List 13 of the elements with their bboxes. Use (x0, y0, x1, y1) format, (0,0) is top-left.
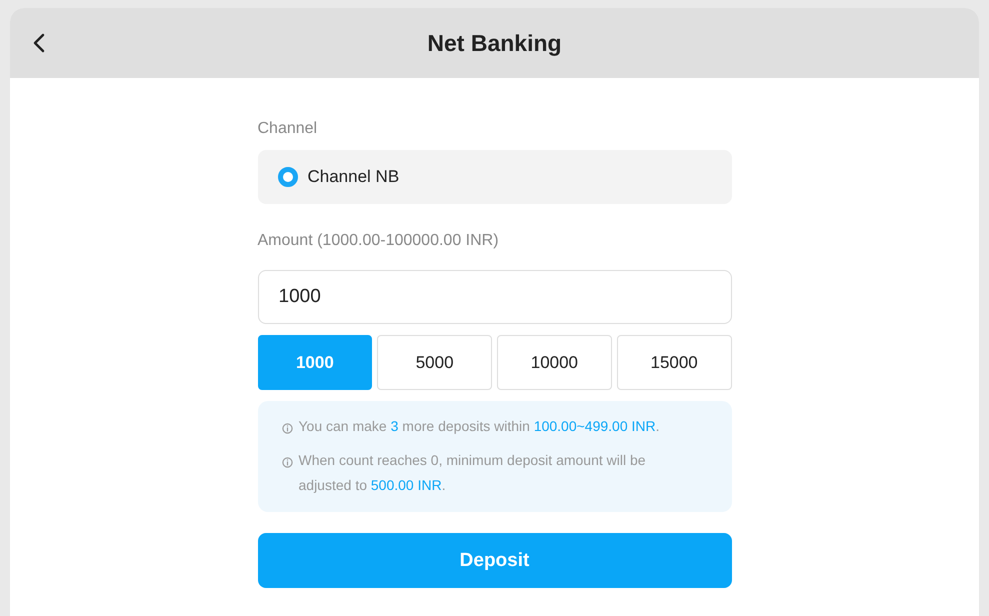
channel-label: Channel (258, 120, 318, 138)
info-icon (282, 423, 292, 434)
channel-option[interactable]: Channel NB (258, 150, 732, 204)
page-title: Net Banking (427, 30, 562, 56)
amount-label: Amount (1000.00-100000.00 INR) (258, 232, 500, 250)
notice-text: You can make 3 more deposits within 100.00~499.00 INR. (298, 417, 661, 436)
back-icon[interactable] (32, 33, 46, 53)
notice-text: When count reaches 0, minimum deposit amount will be adjusted to 500.00 INR. (298, 451, 647, 495)
amount-chip[interactable]: 10000 (497, 335, 612, 390)
amount-chip[interactable]: 15000 (616, 335, 732, 390)
amount-field[interactable]: 1000 (258, 270, 732, 324)
amount-chip[interactable]: 5000 (377, 335, 492, 390)
info-icon (282, 457, 292, 468)
